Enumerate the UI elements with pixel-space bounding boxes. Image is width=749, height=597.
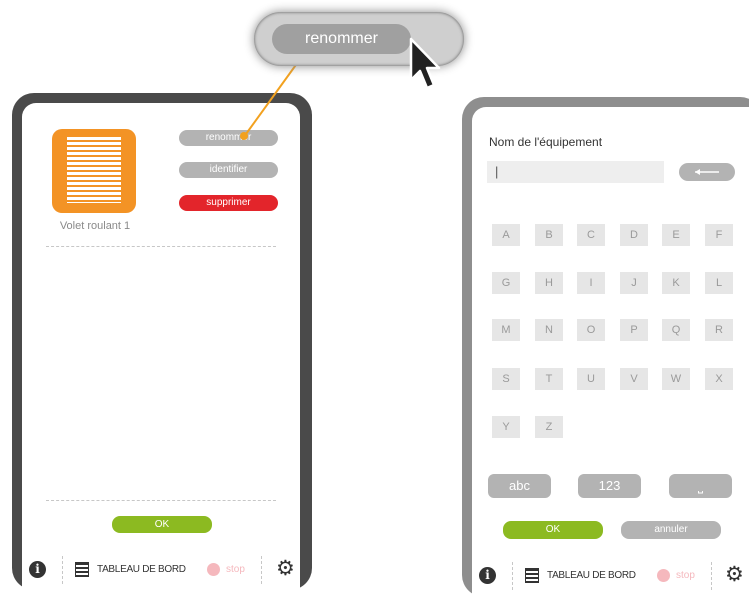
name-input[interactable]: | bbox=[487, 161, 664, 183]
key-u[interactable]: U bbox=[577, 368, 605, 390]
backspace-arrow-icon bbox=[695, 169, 719, 175]
dashboard-list-icon[interactable] bbox=[525, 568, 539, 583]
key-i[interactable]: I bbox=[577, 272, 605, 294]
key-q[interactable]: Q bbox=[662, 319, 690, 341]
key-y[interactable]: Y bbox=[492, 416, 520, 438]
key-h[interactable]: H bbox=[535, 272, 563, 294]
stop-label[interactable]: stop bbox=[676, 570, 695, 581]
key-o[interactable]: O bbox=[577, 319, 605, 341]
equipment-name-title: Nom de l'équipement bbox=[489, 135, 603, 149]
key-g[interactable]: G bbox=[492, 272, 520, 294]
backspace-button[interactable] bbox=[679, 163, 735, 181]
cancel-button[interactable]: annuler bbox=[621, 521, 721, 539]
letters-mode-button[interactable]: abc bbox=[488, 474, 551, 498]
key-s[interactable]: S bbox=[492, 368, 520, 390]
key-p[interactable]: P bbox=[620, 319, 648, 341]
stop-dot-icon bbox=[657, 569, 670, 582]
key-w[interactable]: W bbox=[662, 368, 690, 390]
gear-icon[interactable]: ⚙ bbox=[725, 564, 744, 585]
key-a[interactable]: A bbox=[492, 224, 520, 246]
key-x[interactable]: X bbox=[705, 368, 733, 390]
key-c[interactable]: C bbox=[577, 224, 605, 246]
key-k[interactable]: K bbox=[662, 272, 690, 294]
footer-separator bbox=[711, 562, 712, 590]
info-icon[interactable]: i bbox=[479, 567, 496, 584]
key-r[interactable]: R bbox=[705, 319, 733, 341]
key-e[interactable]: E bbox=[662, 224, 690, 246]
key-j[interactable]: J bbox=[620, 272, 648, 294]
mouse-pointer-icon bbox=[409, 37, 441, 90]
key-m[interactable]: M bbox=[492, 319, 520, 341]
right-footer: i TABLEAU DE BORD stop ⚙ bbox=[472, 558, 749, 593]
key-t[interactable]: T bbox=[535, 368, 563, 390]
ok-button-right[interactable]: OK bbox=[503, 521, 603, 539]
numbers-mode-button[interactable]: 123 bbox=[578, 474, 641, 498]
key-n[interactable]: N bbox=[535, 319, 563, 341]
footer-separator bbox=[512, 562, 513, 590]
key-z[interactable]: Z bbox=[535, 416, 563, 438]
zoomed-rename-button[interactable]: renommer bbox=[272, 24, 411, 54]
key-f[interactable]: F bbox=[705, 224, 733, 246]
space-key[interactable]: ⎵ bbox=[669, 474, 732, 498]
key-d[interactable]: D bbox=[620, 224, 648, 246]
dashboard-label[interactable]: TABLEAU DE BORD bbox=[547, 570, 636, 581]
key-v[interactable]: V bbox=[620, 368, 648, 390]
key-b[interactable]: B bbox=[535, 224, 563, 246]
key-l[interactable]: L bbox=[705, 272, 733, 294]
